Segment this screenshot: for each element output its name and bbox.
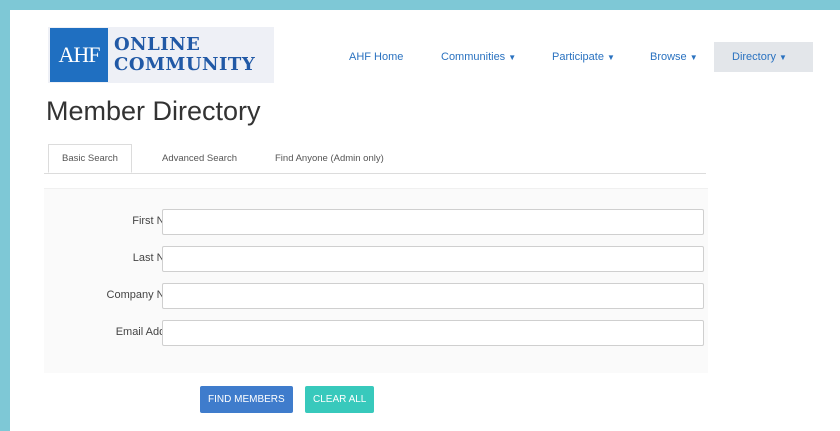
- email-address-input[interactable]: [162, 320, 704, 346]
- page-title: Member Directory: [46, 96, 261, 126]
- chevron-down-icon: ▼: [689, 53, 698, 62]
- company-name-input[interactable]: [162, 283, 704, 309]
- tab-basic-search[interactable]: Basic Search: [48, 144, 132, 173]
- logo-wordmark: ONLINE COMMUNITY: [114, 35, 255, 75]
- tab-advanced-search[interactable]: Advanced Search: [162, 144, 237, 173]
- site-logo[interactable]: AHF ONLINE COMMUNITY: [48, 27, 274, 83]
- nav-ahf-home-label: AHF Home: [349, 51, 404, 63]
- chevron-down-icon: ▼: [508, 53, 517, 62]
- find-members-button[interactable]: FIND MEMBERS: [200, 386, 293, 413]
- tab-advanced-search-label: Advanced Search: [162, 153, 237, 164]
- tab-find-anyone-label: Find Anyone (Admin only): [275, 153, 384, 164]
- nav-directory[interactable]: Directory ▼: [714, 42, 813, 72]
- chevron-down-icon: ▼: [779, 53, 787, 62]
- search-form: First Name Last Name Company Name Email …: [44, 188, 708, 373]
- nav-ahf-home[interactable]: AHF Home: [349, 42, 403, 72]
- logo-line-1: ONLINE: [114, 34, 201, 55]
- logo-line-2: COMMUNITY: [114, 54, 256, 75]
- tab-basic-search-label: Basic Search: [62, 153, 118, 164]
- logo-mark: AHF: [50, 28, 108, 82]
- nav-communities-label: Communities: [441, 51, 506, 63]
- tab-find-anyone[interactable]: Find Anyone (Admin only): [275, 144, 384, 173]
- first-name-input[interactable]: [162, 209, 704, 235]
- clear-all-button[interactable]: CLEAR ALL: [305, 386, 375, 413]
- nav-participate[interactable]: Participate ▼: [552, 42, 615, 72]
- company-name-row: Company Name: [44, 283, 708, 309]
- nav-browse-label: Browse: [650, 51, 687, 63]
- last-name-row: Last Name: [44, 246, 708, 272]
- search-tabs: Basic Search Advanced Search Find Anyone…: [44, 144, 706, 174]
- email-address-row: Email Address: [44, 320, 708, 346]
- chevron-down-icon: ▼: [606, 53, 615, 62]
- first-name-row: First Name: [44, 209, 708, 235]
- nav-communities[interactable]: Communities ▼: [441, 42, 516, 72]
- nav-participate-label: Participate: [552, 51, 604, 63]
- last-name-input[interactable]: [162, 246, 704, 272]
- nav-browse[interactable]: Browse ▼: [650, 42, 698, 72]
- nav-directory-label: Directory: [732, 51, 777, 63]
